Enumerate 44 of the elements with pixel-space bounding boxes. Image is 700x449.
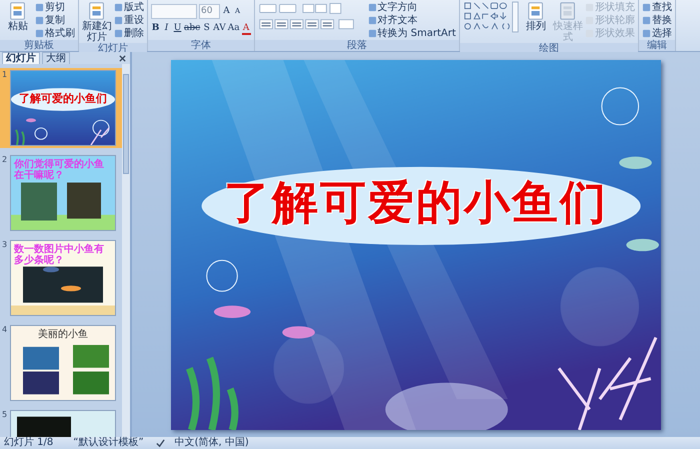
- slide-number: 2: [2, 155, 8, 166]
- slide-title: 了解可爱的小鱼们: [223, 174, 609, 230]
- group-label: 段落: [254, 40, 459, 51]
- format-button[interactable]: A: [242, 22, 251, 34]
- language-name: 中文(简体, 中国): [174, 437, 249, 449]
- group-label: 编辑: [638, 40, 675, 51]
- ribbon-small-button[interactable]: 剪切: [35, 1, 75, 14]
- slide-title: 你们觉得可爱的小鱼在干嘛呢？: [14, 159, 105, 181]
- format-button[interactable]: AV: [213, 22, 226, 35]
- format-button[interactable]: S: [202, 22, 212, 35]
- ribbon-large-button[interactable]: 新建幻灯片: [82, 1, 112, 43]
- ribbon-small-button[interactable]: 版式: [114, 1, 144, 14]
- slide-title: 了解可爱的小鱼们: [18, 93, 108, 104]
- format-button[interactable]: U: [173, 22, 182, 35]
- ribbon-small-button[interactable]: 重设: [114, 14, 144, 27]
- format-button[interactable]: I: [162, 22, 171, 35]
- ribbon-small-button[interactable]: 删除: [114, 27, 144, 40]
- slide-thumbnail-row[interactable]: 1 了解可爱的小鱼们: [0, 68, 122, 148]
- format-button[interactable]: abc: [184, 22, 200, 35]
- group-label: 字体: [148, 40, 254, 51]
- slide-number: 4: [2, 325, 8, 336]
- ribbon-large-button[interactable]: 排列: [520, 1, 551, 32]
- panel-tab[interactable]: 幻灯片: [2, 52, 40, 64]
- theme-name: “默认设计模板”: [73, 437, 144, 449]
- panel-tab[interactable]: 大纲: [42, 52, 70, 64]
- group-label: 剪贴板: [0, 40, 78, 51]
- format-button[interactable]: Aa: [228, 22, 240, 35]
- slide-number: 3: [2, 240, 8, 251]
- slide-number: 1: [2, 70, 8, 81]
- format-button[interactable]: B: [151, 22, 160, 35]
- font-size-button[interactable]: A: [222, 5, 231, 18]
- slide-title: 数一数图片中小鱼有多少条呢？: [14, 244, 105, 266]
- ribbon-small-button[interactable]: 转换为 SmartArt: [368, 27, 456, 40]
- ribbon-large-button[interactable]: 粘贴: [3, 1, 33, 32]
- ribbon-small-button[interactable]: 选择: [642, 27, 672, 40]
- ribbon-small-button[interactable]: 对齐文本: [368, 14, 456, 27]
- ribbon-small-button[interactable]: 格式刷: [35, 27, 75, 40]
- slide-number: 5: [2, 410, 8, 421]
- slide-title: 美丽的小鱼: [37, 329, 89, 340]
- ribbon-small-button[interactable]: 查找: [642, 1, 672, 14]
- ribbon-small-button[interactable]: 替换: [642, 14, 672, 27]
- slide-count: 幻灯片 1/8: [4, 437, 54, 449]
- ribbon-small-button[interactable]: 文字方向: [368, 1, 456, 14]
- ribbon-small-button[interactable]: 复制: [35, 14, 75, 27]
